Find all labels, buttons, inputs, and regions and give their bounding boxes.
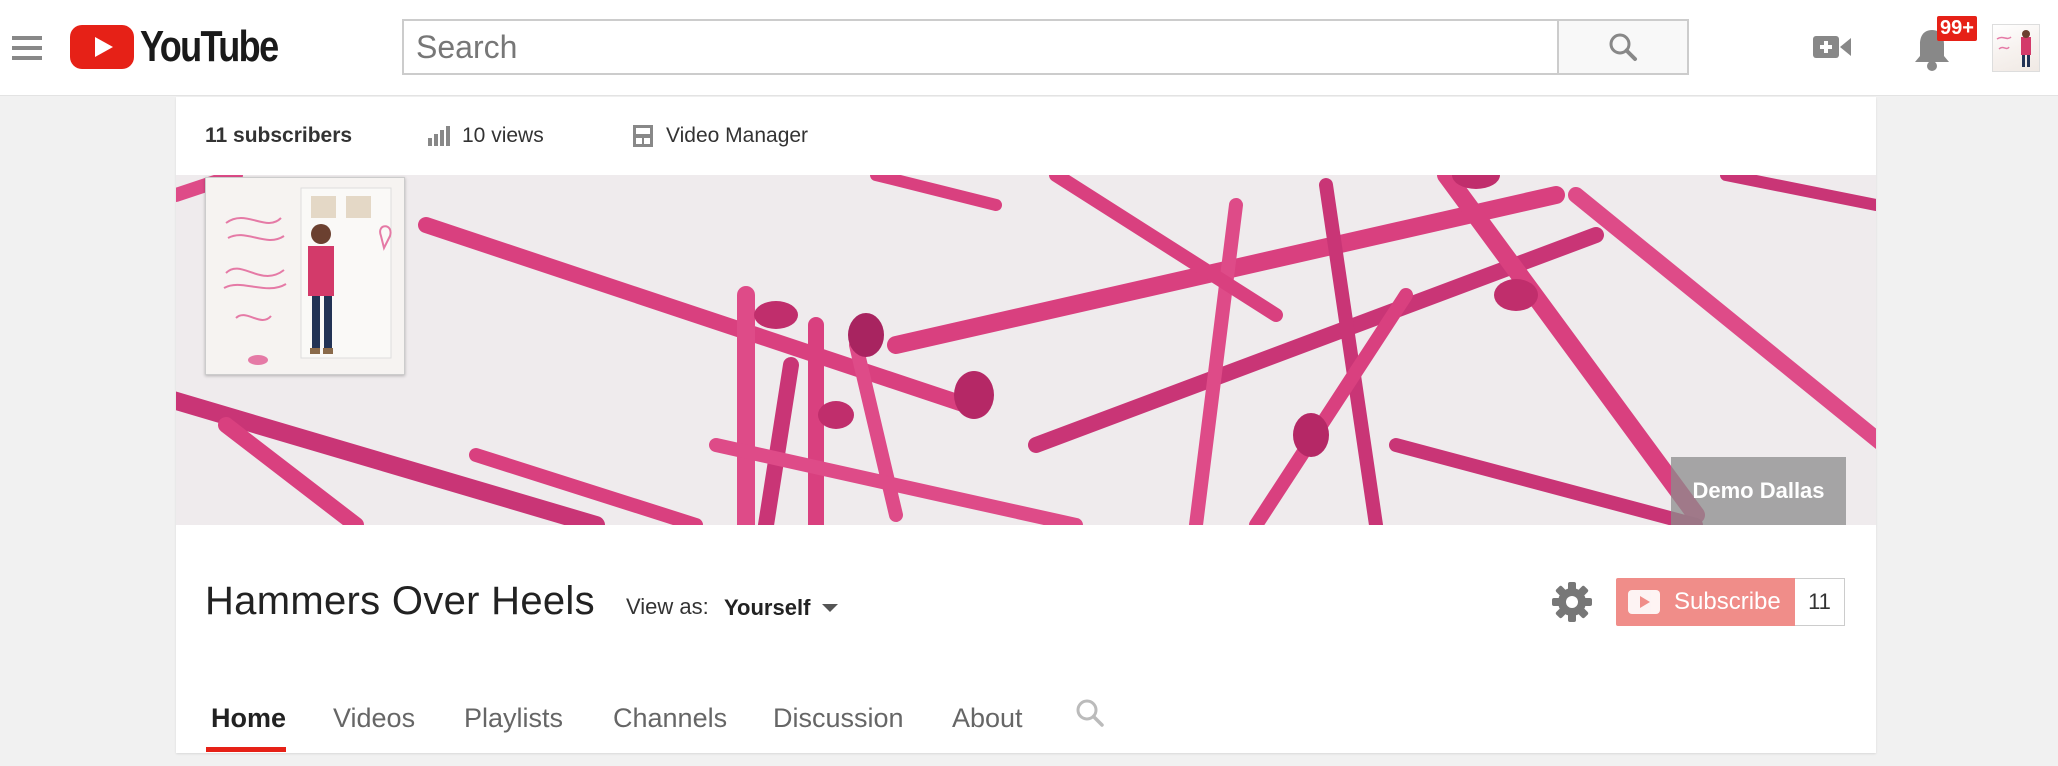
gear-icon[interactable]	[1550, 580, 1594, 629]
channel-card: 11 subscribers 10 views Video Manager De…	[176, 97, 1876, 753]
search-input[interactable]	[402, 19, 1557, 75]
view-as-value: Yourself	[724, 595, 811, 620]
tab-about[interactable]: About	[952, 703, 1023, 734]
video-manager-label: Video Manager	[666, 124, 809, 147]
views-stat-label: 10 views	[462, 124, 544, 147]
subscribe-group: Subscribe 11	[1616, 578, 1845, 626]
subscribe-button[interactable]: Subscribe	[1616, 578, 1795, 626]
play-icon	[1628, 590, 1660, 614]
video-camera-icon[interactable]	[1812, 32, 1852, 67]
banner-link-button[interactable]: Demo Dallas	[1671, 457, 1846, 525]
channel-header: Hammers Over Heels View as: Yourself Sub…	[176, 525, 1876, 655]
subscriber-stat: 11 subscribers	[205, 124, 352, 148]
tab-home[interactable]: Home	[211, 703, 286, 734]
banner-nails-art	[176, 175, 1876, 525]
channel-search-icon[interactable]	[1075, 698, 1105, 733]
search-bar	[402, 19, 1689, 75]
tab-playlists[interactable]: Playlists	[464, 703, 563, 734]
youtube-logo-text: YouTube	[140, 22, 279, 71]
subscriber-count: 11	[1795, 578, 1845, 626]
channel-banner: Demo Dallas	[176, 175, 1876, 525]
channel-tabs: Home Videos Playlists Channels Discussio…	[176, 655, 1876, 753]
youtube-play-icon	[70, 25, 134, 69]
caret-down-icon	[822, 604, 839, 612]
tab-discussion[interactable]: Discussion	[773, 703, 904, 734]
video-manager-icon	[633, 125, 653, 147]
channel-stats-bar: 11 subscribers 10 views Video Manager	[176, 97, 1876, 175]
search-button[interactable]	[1557, 19, 1689, 75]
video-manager-link[interactable]: Video Manager	[632, 124, 808, 148]
youtube-logo[interactable]: YouTube	[70, 22, 308, 71]
subscribe-label: Subscribe	[1674, 588, 1781, 615]
account-avatar[interactable]	[1992, 24, 2040, 72]
views-stat[interactable]: 10 views	[428, 124, 544, 148]
search-icon	[1609, 33, 1637, 61]
bar-chart-icon	[428, 126, 450, 146]
tab-videos[interactable]: Videos	[333, 703, 415, 734]
tab-channels[interactable]: Channels	[613, 703, 727, 734]
active-tab-indicator	[206, 747, 286, 752]
view-as-dropdown[interactable]: Yourself	[724, 595, 839, 621]
view-as-label: View as:	[626, 594, 709, 619]
notification-badge: 99+	[1937, 16, 1977, 41]
menu-icon[interactable]	[12, 36, 42, 60]
channel-avatar[interactable]	[205, 177, 405, 375]
channel-title: Hammers Over Heels	[205, 579, 595, 623]
masthead: YouTube 99+	[0, 0, 2058, 96]
subscriber-stat-label: 11 subscribers	[205, 124, 353, 147]
